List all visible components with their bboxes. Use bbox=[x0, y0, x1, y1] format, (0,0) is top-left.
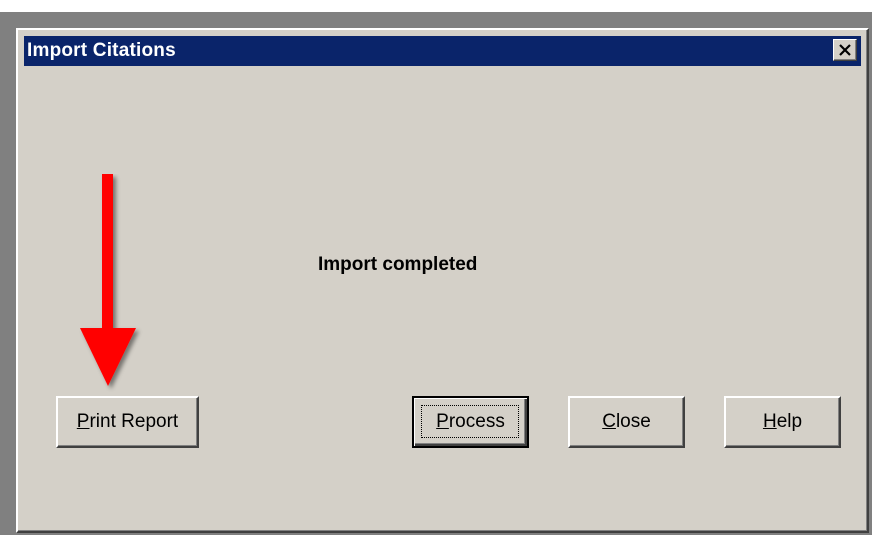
dialog-title: Import Citations bbox=[27, 40, 176, 61]
process-label: rocess bbox=[448, 411, 505, 432]
print-report-accel: P bbox=[76, 411, 90, 432]
print-report-label: rint Report bbox=[89, 411, 179, 432]
red-arrow-annotation bbox=[80, 174, 136, 386]
process-button[interactable]: Process bbox=[412, 396, 529, 448]
close-window-button[interactable] bbox=[833, 39, 857, 61]
close-label: lose bbox=[615, 411, 651, 432]
close-accel: C bbox=[602, 411, 616, 432]
help-label: elp bbox=[776, 411, 803, 432]
help-accel: H bbox=[762, 411, 777, 432]
close-button[interactable]: Close bbox=[568, 396, 685, 448]
import-citations-dialog: Import Citations Import completed Print … bbox=[16, 28, 869, 533]
process-accel: P bbox=[436, 411, 449, 432]
status-message: Import completed bbox=[318, 254, 478, 275]
dialog-titlebar[interactable]: Import Citations bbox=[24, 36, 861, 66]
print-report-button[interactable]: Print Report bbox=[56, 396, 199, 448]
close-icon bbox=[839, 44, 851, 56]
help-button[interactable]: Help bbox=[724, 396, 841, 448]
